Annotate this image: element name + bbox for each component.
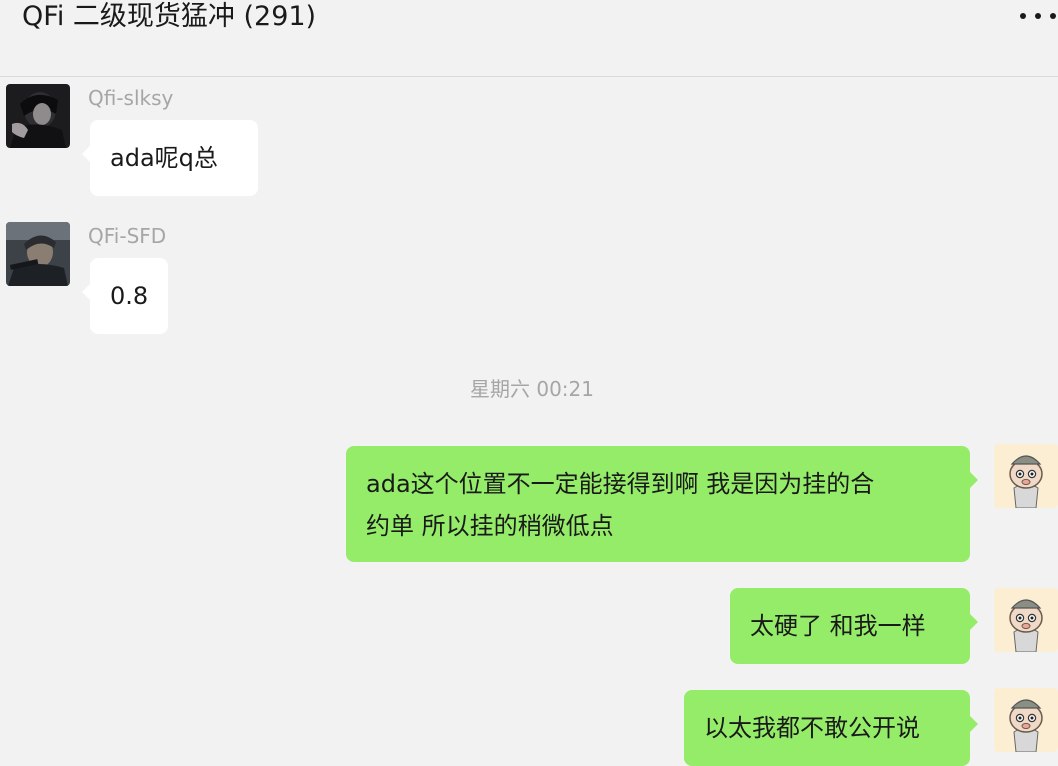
avatar-qfi-slksy[interactable] (6, 84, 70, 148)
chat-timestamp: 星期六 00:21 (470, 377, 594, 401)
sender-name: QFi-SFD (88, 224, 167, 248)
message-bubble-outgoing[interactable]: ada这个位置不一定能接得到啊 我是因为挂的合 约单 所以挂的稍微低点 (346, 446, 978, 562)
message-bubble-outgoing[interactable]: 以太我都不敢公开说 (684, 690, 978, 766)
self-avatar-icon[interactable] (994, 688, 1058, 752)
self-avatar-icon[interactable] (994, 444, 1058, 508)
chat-title: QFi 二级现货猛冲 (291) (22, 1, 317, 32)
message-bubble-incoming[interactable]: 0.8 (82, 258, 168, 334)
message-text: ada呢q总 (110, 144, 218, 172)
message-text-line: ada这个位置不一定能接得到啊 我是因为挂的合 (366, 470, 875, 498)
message-text: 太硬了 和我一样 (750, 612, 926, 640)
message-text-line: 约单 所以挂的稍微低点 (366, 512, 614, 540)
message-bubble-outgoing[interactable]: 太硬了 和我一样 (730, 588, 978, 664)
message-bubble-incoming[interactable]: ada呢q总 (82, 120, 258, 196)
chat-header: QFi 二级现货猛冲 (291) (0, 0, 1058, 77)
message-text: 以太我都不敢公开说 (704, 714, 920, 742)
more-dots-icon[interactable] (1020, 6, 1056, 26)
self-avatar-icon[interactable] (994, 588, 1058, 652)
message-text: 0.8 (110, 282, 149, 310)
avatar-qfi-sfd[interactable] (6, 222, 70, 286)
sender-name: Qfi-slksy (88, 86, 174, 110)
